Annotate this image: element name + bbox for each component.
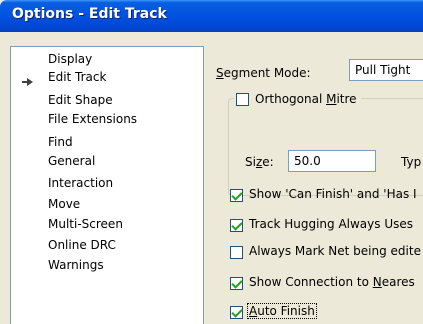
orthogonal-mitre-group bbox=[228, 98, 423, 196]
always-mark-net-label: Always Mark Net being edite bbox=[249, 244, 421, 258]
type-label: Typ bbox=[401, 155, 422, 169]
orthogonal-mitre-label: Orthogonal Mitre bbox=[255, 92, 357, 106]
segment-mode-select[interactable]: Pull Tight bbox=[349, 59, 423, 81]
segment-mode-label: Segment Mode: bbox=[216, 66, 311, 80]
auto-finish-checkbox[interactable] bbox=[230, 306, 243, 319]
options-category-list[interactable]: Display Edit Track Edit Shape File Exten… bbox=[10, 46, 204, 324]
nav-item-multi-screen[interactable]: Multi-Screen bbox=[48, 216, 123, 233]
selected-arrow-icon bbox=[22, 78, 33, 86]
show-can-finish-checkbox[interactable] bbox=[230, 189, 243, 202]
track-hugging-label: Track Hugging Always Uses bbox=[249, 217, 413, 231]
title-bar[interactable]: Options - Edit Track bbox=[0, 0, 423, 32]
show-connection-checkbox[interactable] bbox=[230, 277, 243, 290]
edit-track-settings: Segment Mode: Pull Tight Orthogonal Mitr… bbox=[204, 32, 423, 324]
size-label: Size: bbox=[245, 155, 274, 169]
auto-finish-label: Auto Finish bbox=[247, 303, 317, 319]
nav-item-online-drc[interactable]: Online DRC bbox=[48, 237, 116, 254]
nav-item-general[interactable]: General bbox=[48, 153, 95, 170]
nav-item-file-extensions[interactable]: File Extensions bbox=[48, 111, 137, 128]
size-input[interactable]: 50.0 bbox=[288, 150, 376, 172]
nav-item-move[interactable]: Move bbox=[48, 196, 80, 213]
show-connection-label: Show Connection to Neares bbox=[249, 275, 415, 289]
window-title: Options - Edit Track bbox=[12, 6, 167, 22]
nav-item-display[interactable]: Display bbox=[48, 51, 92, 68]
nav-item-warnings[interactable]: Warnings bbox=[48, 257, 104, 274]
orthogonal-mitre-header: Orthogonal Mitre bbox=[234, 91, 361, 107]
segment-mode-value: Pull Tight bbox=[355, 63, 411, 77]
size-value: 50.0 bbox=[294, 154, 321, 168]
show-can-finish-label: Show 'Can Finish' and 'Has I bbox=[249, 187, 417, 201]
always-mark-net-checkbox[interactable] bbox=[230, 246, 243, 259]
track-hugging-checkbox[interactable] bbox=[230, 219, 243, 232]
nav-item-find[interactable]: Find bbox=[48, 134, 73, 151]
nav-item-edit-shape[interactable]: Edit Shape bbox=[48, 92, 113, 109]
nav-item-edit-track[interactable]: Edit Track bbox=[48, 69, 106, 86]
nav-item-interaction[interactable]: Interaction bbox=[48, 175, 113, 192]
orthogonal-mitre-checkbox[interactable] bbox=[236, 93, 249, 106]
